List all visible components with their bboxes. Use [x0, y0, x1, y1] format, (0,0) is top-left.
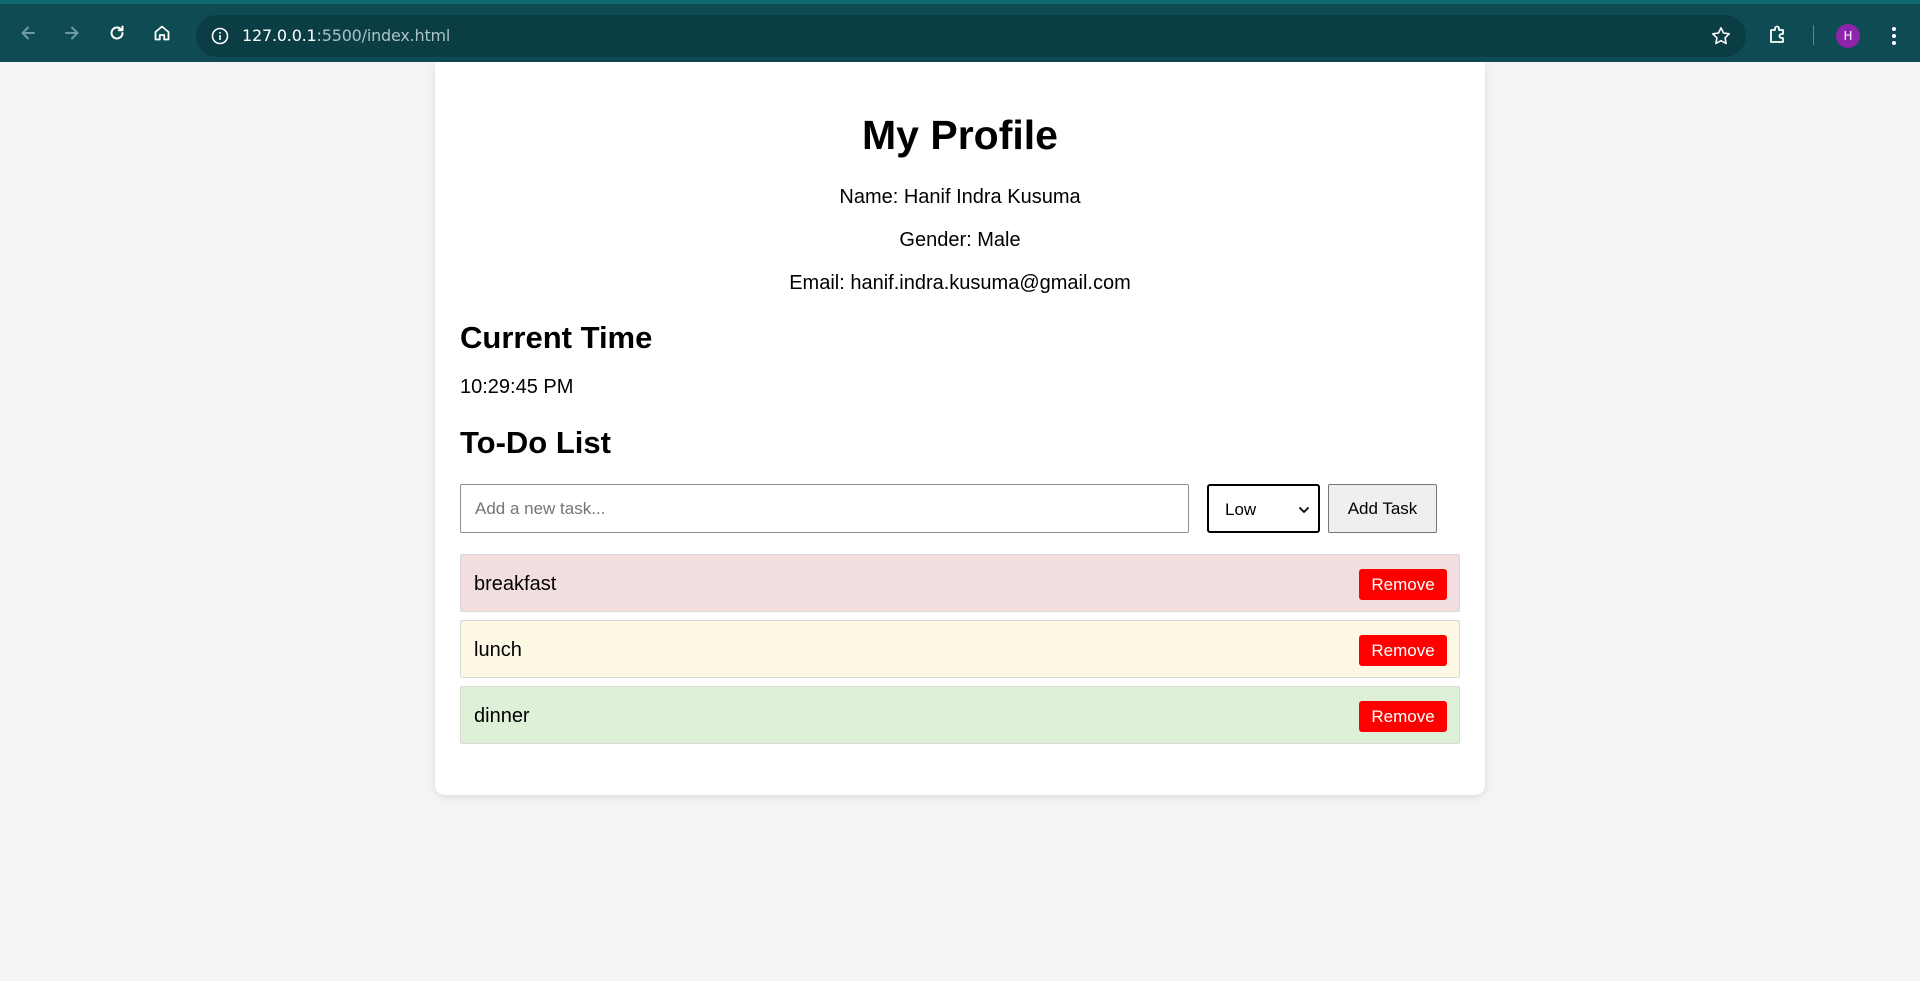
- url-host: 127.0.0.1: [242, 26, 317, 45]
- todo-item-text: lunch: [474, 639, 522, 661]
- add-task-button[interactable]: Add Task: [1328, 484, 1437, 533]
- site-info-icon[interactable]: [210, 26, 230, 46]
- new-task-input[interactable]: [460, 484, 1189, 533]
- remove-lunch-button[interactable]: Remove: [1359, 635, 1447, 666]
- extensions-icon[interactable]: [1766, 23, 1790, 47]
- todo-item-text: dinner: [474, 705, 530, 727]
- toolbar-divider: [1813, 25, 1814, 45]
- todo-item-breakfast: breakfast Remove: [460, 554, 1460, 612]
- home-button[interactable]: [147, 18, 177, 48]
- priority-select[interactable]: Low: [1207, 484, 1320, 533]
- back-button[interactable]: [13, 18, 43, 48]
- todo-heading: To-Do List: [460, 425, 611, 460]
- back-icon: [21, 26, 35, 40]
- reload-button[interactable]: [102, 18, 132, 48]
- address-bar[interactable]: 127.0.0.1:5500/index.html: [196, 15, 1746, 57]
- remove-dinner-button[interactable]: Remove: [1359, 701, 1447, 732]
- url-text[interactable]: 127.0.0.1:5500/index.html: [242, 26, 450, 45]
- profile-name: Name: Hanif Indra Kusuma: [839, 186, 1081, 208]
- priority-selected-value: Low: [1225, 500, 1257, 519]
- forward-button[interactable]: [57, 18, 87, 48]
- remove-breakfast-button[interactable]: Remove: [1359, 569, 1447, 600]
- home-icon: [154, 25, 170, 41]
- forward-icon: [65, 26, 79, 40]
- todo-item-dinner: dinner Remove: [460, 686, 1460, 744]
- profile-avatar[interactable]: H: [1836, 24, 1860, 48]
- current-time-heading: Current Time: [460, 320, 653, 355]
- page-title: My Profile: [862, 112, 1058, 158]
- todo-item-text: breakfast: [474, 573, 557, 595]
- profile-card: My Profile Name: Hanif Indra Kusuma Gend…: [435, 62, 1485, 795]
- current-time-value: 10:29:45 PM: [460, 376, 574, 398]
- browser-toolbar: 127.0.0.1:5500/index.html H: [0, 0, 1920, 62]
- profile-email: Email: hanif.indra.kusuma@gmail.com: [789, 272, 1131, 294]
- bookmark-star-icon[interactable]: [1710, 25, 1732, 47]
- todo-item-lunch: lunch Remove: [460, 620, 1460, 678]
- profile-gender: Gender: Male: [899, 229, 1021, 251]
- chevron-down-icon: [1299, 507, 1309, 513]
- url-path: :5500/index.html: [316, 26, 451, 45]
- reload-icon: [110, 25, 124, 40]
- kebab-menu-icon[interactable]: [1882, 24, 1906, 48]
